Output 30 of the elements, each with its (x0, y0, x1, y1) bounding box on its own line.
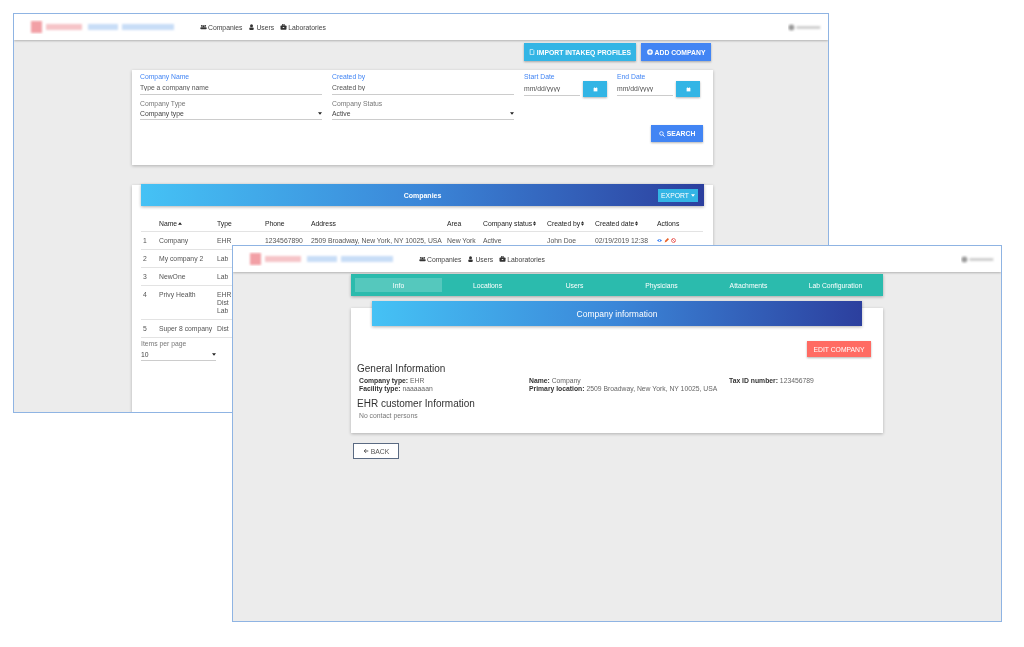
caret-icon (212, 353, 216, 356)
briefcase-icon (280, 24, 288, 30)
sort-up-icon[interactable] (178, 221, 183, 225)
search-icon (658, 130, 665, 137)
file-icon (528, 49, 535, 55)
user-icon (248, 24, 256, 30)
sort-icon[interactable] (635, 220, 639, 226)
caret-icon (690, 193, 695, 197)
user-icon (467, 256, 475, 262)
calendar-icon (592, 86, 598, 92)
calendar-icon (685, 86, 691, 92)
sort-icon[interactable] (581, 220, 585, 226)
calendar-button[interactable] (676, 81, 700, 97)
eye-icon[interactable] (657, 238, 662, 243)
section-heading: EHR customer Information (357, 398, 476, 409)
caret-icon (318, 112, 322, 115)
users-icon (419, 256, 426, 262)
users-icon (200, 24, 207, 30)
user-menu-drawing[interactable] (961, 254, 995, 264)
arrow-left-icon (362, 448, 369, 454)
user-menu-drawing[interactable] (788, 22, 822, 32)
briefcase-icon (499, 256, 507, 262)
ban-icon[interactable] (671, 238, 676, 243)
caret-icon (510, 112, 514, 115)
plus-circle-icon (646, 49, 653, 55)
section-heading: General Information (357, 363, 447, 374)
calendar-button[interactable] (583, 81, 607, 97)
pencil-icon[interactable] (664, 238, 669, 243)
card-title: Company information (576, 308, 658, 319)
sort-icon[interactable] (533, 220, 537, 226)
